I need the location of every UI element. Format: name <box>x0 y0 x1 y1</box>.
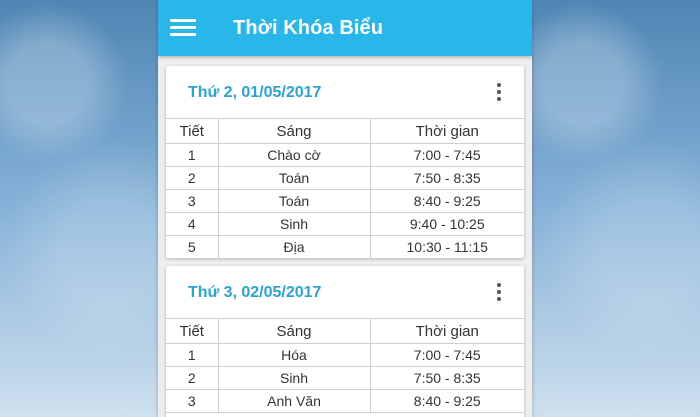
table-row[interactable]: 3 Toán 8:40 - 9:25 <box>166 189 524 213</box>
app-bar: Thời Khóa Biểu <box>158 0 532 56</box>
subject-cell: Toán <box>218 166 371 190</box>
subject-cell: Sinh <box>218 366 371 390</box>
period-cell: 1 <box>166 343 219 367</box>
period-cell: 3 <box>166 389 219 413</box>
period-cell: 5 <box>166 235 219 259</box>
period-cell: 2 <box>166 166 219 190</box>
day-card-monday: Thứ 2, 01/05/2017 Tiết Sáng Thời gian 1 … <box>166 66 524 259</box>
day-card-header: Thứ 3, 02/05/2017 <box>166 266 524 318</box>
more-vert-icon[interactable] <box>496 83 502 103</box>
subject-cell: Hóa <box>218 343 371 367</box>
table-row[interactable]: 3 Anh Văn 8:40 - 9:25 <box>166 389 524 413</box>
column-header-time: Thời gian <box>370 318 524 344</box>
more-vert-icon[interactable] <box>496 283 502 303</box>
subject-cell: Địa <box>218 235 371 259</box>
timetable: Tiết Sáng Thời gian 1 Hóa 7:00 - 7:45 2 … <box>166 318 524 413</box>
day-card-tuesday: Thứ 3, 02/05/2017 Tiết Sáng Thời gian 1 … <box>166 266 524 417</box>
subject-cell: Sinh <box>218 212 371 236</box>
time-cell: 7:50 - 8:35 <box>370 166 524 190</box>
time-cell: 10:30 - 11:15 <box>370 235 524 259</box>
day-date: Thứ 2, 01/05/2017 <box>188 84 322 101</box>
column-header-period: Tiết <box>166 118 219 144</box>
table-row[interactable]: 4 Sinh 9:40 - 10:25 <box>166 212 524 236</box>
table-row[interactable]: 1 Chào cờ 7:00 - 7:45 <box>166 143 524 167</box>
table-header-row: Tiết Sáng Thời gian <box>166 318 524 344</box>
background-right <box>532 0 700 417</box>
day-date: Thứ 3, 02/05/2017 <box>188 284 322 301</box>
time-cell: 7:00 - 7:45 <box>370 143 524 167</box>
column-header-subject: Sáng <box>218 118 371 144</box>
time-cell: 7:50 - 8:35 <box>370 366 524 390</box>
subject-cell: Toán <box>218 189 371 213</box>
time-cell: 8:40 - 9:25 <box>370 189 524 213</box>
table-row[interactable]: 2 Toán 7:50 - 8:35 <box>166 166 524 190</box>
table-header-row: Tiết Sáng Thời gian <box>166 118 524 144</box>
table-row[interactable]: 1 Hóa 7:00 - 7:45 <box>166 343 524 367</box>
column-header-subject: Sáng <box>218 318 371 344</box>
time-cell: 7:00 - 7:45 <box>370 343 524 367</box>
table-row[interactable]: 5 Địa 10:30 - 11:15 <box>166 235 524 259</box>
column-header-time: Thời gian <box>370 118 524 144</box>
app-title: Thời Khóa Biểu <box>233 16 384 39</box>
period-cell: 3 <box>166 189 219 213</box>
period-cell: 2 <box>166 366 219 390</box>
timetable: Tiết Sáng Thời gian 1 Chào cờ 7:00 - 7:4… <box>166 118 524 259</box>
app-screen: Thời Khóa Biểu Thứ 2, 01/05/2017 Tiết Sá… <box>158 0 532 417</box>
period-cell: 4 <box>166 212 219 236</box>
day-card-header: Thứ 2, 01/05/2017 <box>166 66 524 118</box>
subject-cell: Chào cờ <box>218 143 371 167</box>
hamburger-menu-icon[interactable] <box>170 19 196 37</box>
time-cell: 8:40 - 9:25 <box>370 389 524 413</box>
column-header-period: Tiết <box>166 318 219 344</box>
background-left <box>0 0 158 417</box>
table-row[interactable]: 2 Sinh 7:50 - 8:35 <box>166 366 524 390</box>
time-cell: 9:40 - 10:25 <box>370 212 524 236</box>
period-cell: 1 <box>166 143 219 167</box>
subject-cell: Anh Văn <box>218 389 371 413</box>
